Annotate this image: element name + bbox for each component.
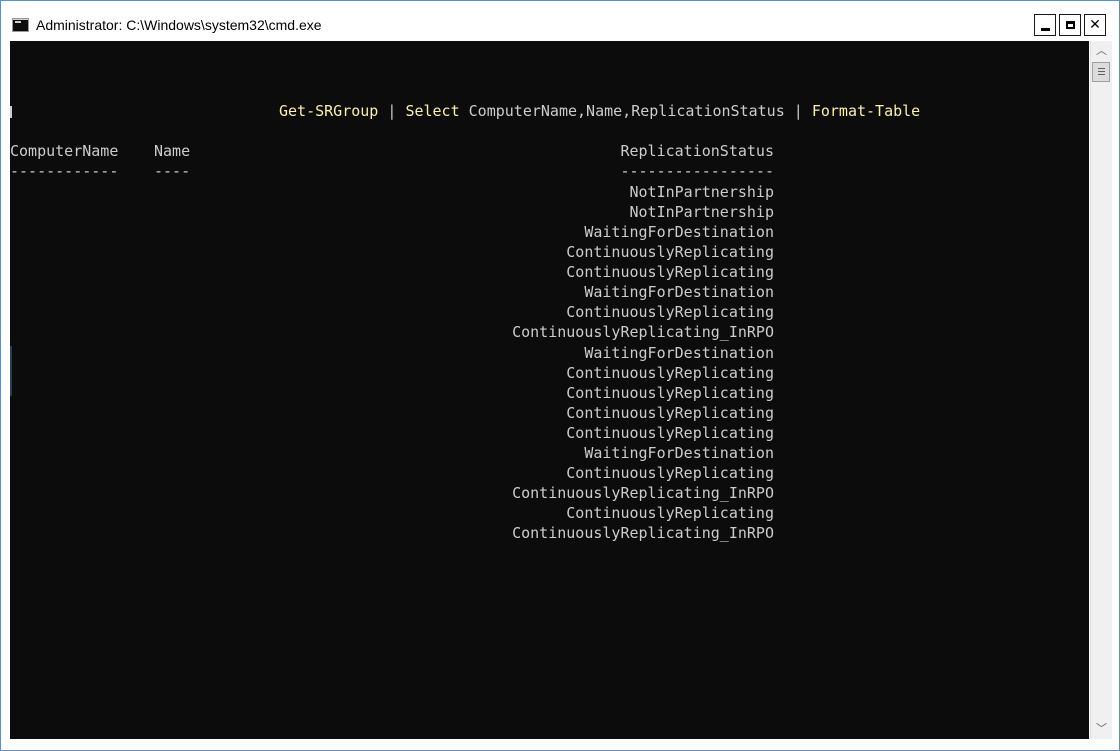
- scroll-up-arrow-icon[interactable]: ︿: [1091, 41, 1112, 61]
- header-name: Name: [154, 142, 191, 160]
- command-line: Get-SRGroup | Select ComputerName,Name,R…: [279, 101, 920, 121]
- maximize-button[interactable]: [1059, 14, 1081, 36]
- scroll-thumb[interactable]: [1092, 62, 1110, 82]
- window-title: Administrator: C:\Windows\system32\cmd.e…: [36, 17, 322, 33]
- maximize-icon: [1065, 21, 1075, 29]
- separator-replicationstatus: -----------------: [620, 162, 774, 180]
- command-cmdlet: Get-SRGroup: [279, 102, 379, 120]
- table-row: ContinuouslyReplicating: [566, 464, 774, 482]
- command-pipe-2: |: [784, 102, 812, 120]
- separator-computername: ------------: [10, 162, 119, 180]
- command-select: Select: [405, 102, 460, 120]
- console-output[interactable]: Get-SRGroup | Select ComputerName,Name,R…: [10, 41, 1089, 739]
- table-row: ContinuouslyReplicating_InRPO: [512, 484, 774, 502]
- header-replicationstatus: ReplicationStatus: [620, 142, 774, 160]
- minimize-button[interactable]: [1034, 14, 1056, 36]
- command-pipe-1: |: [378, 102, 406, 120]
- table-row: ContinuouslyReplicating: [566, 303, 774, 321]
- table-row: ContinuouslyReplicating: [566, 424, 774, 442]
- close-icon: ✕: [1089, 17, 1101, 33]
- title-bar[interactable]: Administrator: C:\Windows\system32\cmd.e…: [1, 1, 1119, 40]
- scroll-down-arrow-icon[interactable]: ﹀: [1091, 719, 1112, 739]
- table-row: ContinuouslyReplicating: [566, 243, 774, 261]
- left-edge-mark: [10, 346, 12, 396]
- command-format-table: Format-Table: [811, 102, 921, 120]
- table-row: ContinuouslyReplicating: [566, 364, 774, 382]
- table-row: NotInPartnership: [629, 203, 775, 221]
- window-bottom-border: [1, 739, 1119, 750]
- table-row: ContinuouslyReplicating_InRPO: [512, 524, 774, 542]
- separator-name: ----: [154, 162, 191, 180]
- header-computername: ComputerName: [10, 142, 119, 160]
- vertical-scrollbar[interactable]: ︿ ﹀: [1090, 41, 1112, 739]
- command-select-args: ComputerName,Name,ReplicationStatus: [459, 102, 785, 120]
- table-row: ContinuouslyReplicating_InRPO: [512, 323, 774, 341]
- table-row: WaitingForDestination: [584, 223, 774, 241]
- table-row: WaitingForDestination: [584, 283, 774, 301]
- table-row: WaitingForDestination: [584, 444, 774, 462]
- table-row: ContinuouslyReplicating: [566, 504, 774, 522]
- cmd-window: Administrator: C:\Windows\system32\cmd.e…: [0, 0, 1120, 751]
- table-row: NotInPartnership: [629, 183, 775, 201]
- cursor-indicator: [10, 106, 12, 118]
- cmd-app-icon[interactable]: [12, 18, 29, 32]
- table-row: ContinuouslyReplicating: [566, 263, 774, 281]
- table-row: WaitingForDestination: [584, 344, 774, 362]
- table-row: ContinuouslyReplicating: [566, 384, 774, 402]
- close-button[interactable]: ✕: [1084, 14, 1106, 36]
- table-row: ContinuouslyReplicating: [566, 404, 774, 422]
- minimize-icon: [1040, 27, 1050, 31]
